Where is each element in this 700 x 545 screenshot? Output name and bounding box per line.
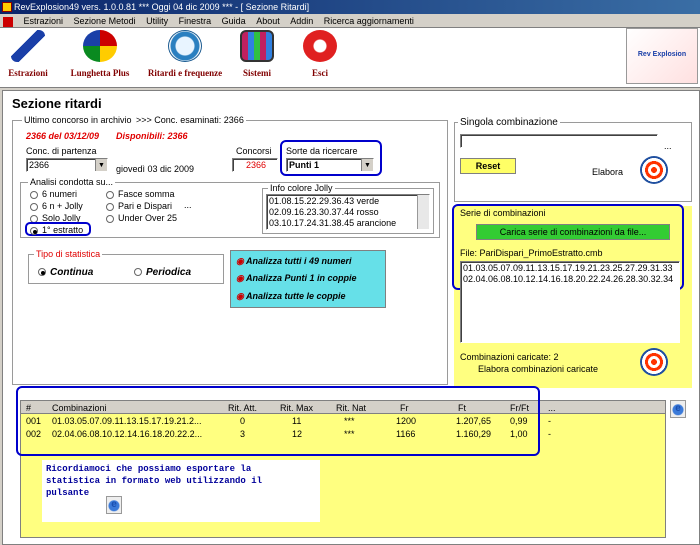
- info-jolly-list[interactable]: 01.08.15.22.29.36.43 verde 02.09.16.23.3…: [266, 194, 430, 230]
- radio-icon[interactable]: [106, 214, 114, 223]
- combinazioni-caricate-label: Combinazioni caricate: 2: [460, 352, 559, 362]
- list-item: 03.10.17.24.31.38.45 arancione: [269, 218, 397, 228]
- carica-serie-button[interactable]: Carica serie di combinazioni da file...: [476, 224, 670, 240]
- serie-list[interactable]: 01.03.05.07.09.11.13.15.17.19.21.23.25.2…: [460, 261, 680, 343]
- menu-about[interactable]: About: [256, 16, 280, 26]
- serie-label: Serie di combinazioni: [460, 208, 546, 218]
- radio-icon[interactable]: [30, 190, 38, 199]
- menu-ricerca-aggiornamenti[interactable]: Ricerca aggiornamenti: [324, 16, 414, 26]
- web-export-icon[interactable]: e: [670, 400, 686, 418]
- ultimo-concorso-value: 2366 del 03/12/09: [26, 131, 100, 141]
- web-export-icon[interactable]: e: [106, 496, 122, 514]
- menu-finestra[interactable]: Finestra: [179, 16, 212, 26]
- info-jolly-label: Info colore Jolly: [268, 183, 335, 193]
- menu-sezione-metodi[interactable]: Sezione Metodi: [74, 16, 136, 26]
- analizza-punti-button[interactable]: ◉ Analizza Punti 1 in coppie: [236, 273, 357, 284]
- grid-icon: [240, 30, 274, 62]
- app-logo: Rev Explosion: [626, 28, 698, 84]
- power-icon: [303, 30, 337, 62]
- reset-button[interactable]: Reset: [460, 158, 516, 174]
- analisi-pari-dispari[interactable]: Pari e Dispari: [106, 201, 172, 211]
- results-highlight: [16, 386, 540, 456]
- analisi-label: Analisi condotta su...: [28, 177, 116, 187]
- note-text: Ricordiamoci che possiamo esportare la s…: [46, 464, 263, 498]
- window-title-bar: RevExplosion49 vers. 1.0.0.81 *** Oggi 0…: [0, 0, 700, 14]
- singola-input[interactable]: [460, 134, 658, 148]
- toolbar: Estrazioni Lunghetta Plus Ritardi e freq…: [0, 28, 700, 88]
- app-icon[interactable]: [2, 2, 12, 12]
- ultimo-concorso-label: Ultimo concorso in archivio: [22, 115, 134, 125]
- conc-partenza-label: Conc. di partenza: [26, 146, 97, 156]
- analisi-under-over[interactable]: Under Over 25: [106, 213, 177, 223]
- bullet-icon: ◉: [236, 291, 244, 301]
- menu-icon[interactable]: [3, 16, 13, 27]
- toolbar-ritardi-button[interactable]: Ritardi e frequenze: [140, 30, 230, 78]
- toolbar-estrazioni-button[interactable]: Estrazioni: [4, 30, 52, 78]
- analisi-fasce-somma[interactable]: Fasce somma: [106, 189, 175, 199]
- target-icon[interactable]: [640, 156, 668, 184]
- radio-icon[interactable]: [30, 202, 38, 211]
- analisi-6-numeri[interactable]: 6 numeri: [30, 189, 77, 199]
- list-item: 02.09.16.23.30.37.44 rosso: [269, 207, 379, 217]
- menu-estrazioni[interactable]: Estrazioni: [24, 16, 64, 26]
- col-header-more[interactable]: ...: [548, 403, 556, 413]
- list-item: 01.08.15.22.29.36.43 verde: [269, 196, 380, 206]
- bullet-icon: ◉: [236, 273, 244, 283]
- radio-icon[interactable]: [134, 268, 142, 277]
- singola-ellipsis-button[interactable]: ...: [664, 141, 672, 151]
- singola-label: Singola combinazione: [458, 117, 560, 128]
- target-icon[interactable]: [640, 348, 668, 376]
- window-title: RevExplosion49 vers. 1.0.0.81 *** Oggi 0…: [14, 2, 310, 12]
- list-item: 01.03.05.07.09.11.13.15.17.19.21.23.25.2…: [463, 263, 673, 273]
- radio-icon[interactable]: [106, 202, 114, 211]
- menu-bar: Estrazioni Sezione Metodi Utility Finest…: [0, 14, 700, 28]
- analizza-tutti-button[interactable]: ◉ Analizza tutti i 49 numeri: [236, 256, 352, 267]
- menu-guida[interactable]: Guida: [222, 16, 246, 26]
- color-wheel-icon: [83, 30, 117, 62]
- toolbar-lunghetta-button[interactable]: Lunghetta Plus: [62, 30, 138, 78]
- concorsi-field[interactable]: 2366: [232, 158, 278, 172]
- list-item: 02.04.06.08.10.12.14.16.18.20.22.24.26.2…: [463, 274, 674, 284]
- sorte-label: Sorte da ricercare: [286, 146, 358, 156]
- elabora-caricate-label: Elabora combinazioni caricate: [478, 364, 599, 374]
- conc-partenza-combo[interactable]: 2366 ▼: [26, 158, 108, 172]
- scrollbar[interactable]: [417, 195, 429, 229]
- sorte-combo[interactable]: Punti 1 ▼: [286, 158, 374, 172]
- pencil-icon: [11, 30, 45, 62]
- toolbar-sistemi-button[interactable]: Sistemi: [234, 30, 280, 78]
- radio-icon[interactable]: [38, 268, 46, 277]
- radio-icon[interactable]: [106, 190, 114, 199]
- page-title: Sezione ritardi: [12, 96, 102, 111]
- chevron-down-icon[interactable]: ▼: [95, 159, 107, 171]
- toolbar-esci-button[interactable]: Esci: [300, 30, 340, 78]
- analisi-extra[interactable]: ...: [184, 200, 192, 210]
- analisi-6n-jolly[interactable]: 6 n + Jolly: [30, 201, 83, 211]
- chevron-down-icon[interactable]: ▼: [361, 159, 373, 171]
- conc-partenza-date: giovedì 03 dic 2009: [116, 164, 195, 174]
- bullet-icon: ◉: [236, 256, 244, 266]
- concorsi-label: Concorsi: [236, 146, 272, 156]
- menu-addin[interactable]: Addin: [290, 16, 313, 26]
- tipo-label: Tipo di statistica: [34, 249, 103, 259]
- analisi-primo-estratto[interactable]: 1° estratto: [30, 225, 83, 235]
- elabora-label: Elabora: [592, 167, 624, 177]
- clock-icon: [168, 30, 202, 62]
- tipo-periodica[interactable]: Periodica: [134, 267, 191, 278]
- serie-file-label: File: PariDispari_PrimoEstratto.cmb: [460, 248, 603, 258]
- radio-icon[interactable]: [30, 226, 38, 235]
- analizza-coppie-button[interactable]: ◉ Analizza tutte le coppie: [236, 291, 346, 302]
- disponibili-value: Disponibili: 2366: [116, 131, 188, 141]
- tipo-continua[interactable]: Continua: [38, 267, 93, 278]
- examined-label: >>> Conc. esaminati: 2366: [134, 115, 246, 125]
- menu-utility[interactable]: Utility: [146, 16, 168, 26]
